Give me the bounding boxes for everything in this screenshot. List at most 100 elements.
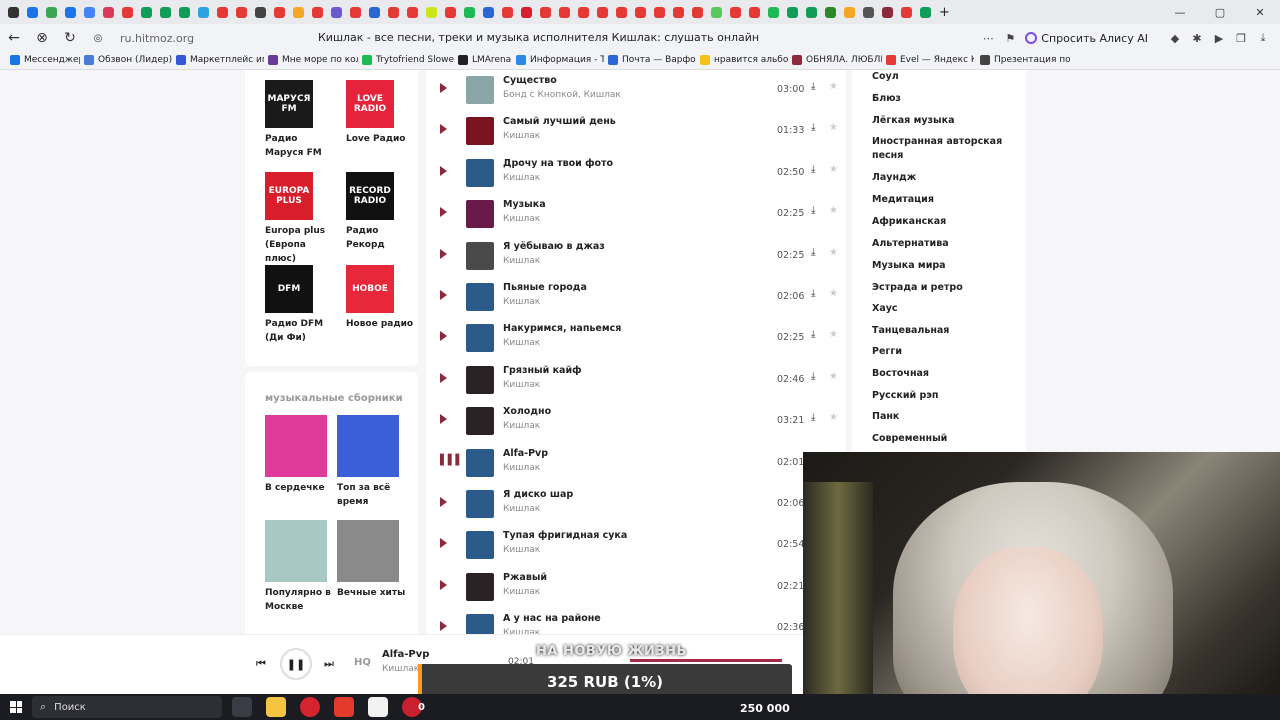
browser-tab[interactable] — [764, 3, 783, 21]
browser-tab[interactable] — [251, 3, 270, 21]
browser-tab[interactable] — [365, 3, 384, 21]
browser-tab[interactable] — [156, 3, 175, 21]
radio-tile[interactable]: МАРУСЯ FM Радио Маруся FM — [265, 80, 337, 160]
star-icon[interactable]: ★ — [829, 81, 838, 92]
genre-link[interactable]: Регги — [872, 345, 1012, 359]
genre-link[interactable]: Медитация — [872, 193, 1012, 207]
song-row[interactable]: Пьяные города Кишлак 02:06 ⤓ ★ — [426, 279, 846, 320]
browser-tab[interactable] — [517, 3, 536, 21]
url-field[interactable]: ru.hitmoz.org — [120, 32, 320, 45]
browser-tab[interactable] — [194, 3, 213, 21]
bookmark-item[interactable]: Мне море по коле — [268, 55, 358, 65]
download-icon[interactable]: ⤓ — [811, 122, 815, 133]
play-icon[interactable] — [440, 331, 447, 342]
song-row[interactable]: Существо Бонд с Кнопкой, Кишлак 03:00 ⤓ ★ — [426, 72, 846, 113]
media-icon[interactable]: ▶ — [1212, 31, 1226, 45]
genre-link[interactable]: Восточная — [872, 367, 1012, 381]
yandex-browser-icon[interactable] — [368, 697, 388, 717]
song-title[interactable]: Холодно — [503, 406, 551, 417]
song-row[interactable]: Дрочу на твои фото Кишлак 02:50 ⤓ ★ — [426, 155, 846, 196]
download-icon[interactable]: ⤓ — [811, 247, 815, 258]
star-icon[interactable]: ★ — [829, 288, 838, 299]
play-icon[interactable] — [440, 372, 447, 383]
download-icon[interactable]: ⤓ — [811, 288, 815, 299]
genre-link[interactable]: Музыка мира — [872, 259, 1012, 273]
bookmark-icon[interactable]: ⚑ — [1003, 31, 1017, 45]
song-title[interactable]: А у нас на районе — [503, 613, 601, 624]
song-artist[interactable]: Кишлак — [503, 131, 540, 141]
star-icon[interactable]: ★ — [829, 371, 838, 382]
play-icon[interactable] — [440, 124, 447, 135]
song-title[interactable]: Музыка — [503, 199, 546, 210]
song-row[interactable]: Холодно Кишлак 03:21 ⤓ ★ — [426, 403, 846, 444]
star-icon[interactable]: ★ — [829, 205, 838, 216]
song-row[interactable]: Грязный кайф Кишлак 02:46 ⤓ ★ — [426, 362, 846, 403]
browser-tab[interactable] — [137, 3, 156, 21]
play-icon[interactable] — [440, 538, 447, 549]
browser-tab[interactable] — [80, 3, 99, 21]
bookmark-item[interactable]: Обзвон (Лидер) - — [84, 55, 172, 65]
song-title[interactable]: Я диско шар — [503, 489, 573, 500]
radio-tile[interactable]: RECORD RADIO Радио Рекорд — [346, 172, 418, 252]
song-row[interactable]: А у нас на районеКишлак02:36⤓★ — [426, 610, 846, 634]
browser-tab[interactable] — [308, 3, 327, 21]
back-icon[interactable]: ← — [0, 30, 28, 46]
browser-tab[interactable] — [270, 3, 289, 21]
yandex-icon[interactable]: ⊗ — [28, 30, 56, 46]
radio-tile[interactable]: LOVE RADIO Love Радио — [346, 80, 418, 146]
song-artist[interactable]: Кишлак — [503, 504, 540, 514]
genre-link[interactable]: Альтернатива — [872, 237, 1012, 251]
song-title[interactable]: Ржавый — [503, 572, 547, 583]
collections-icon[interactable]: ❐ — [1234, 31, 1248, 45]
collection-tile[interactable]: В сердечке — [265, 415, 337, 495]
minimize-icon[interactable]: — — [1160, 0, 1200, 24]
browser-tab[interactable] — [593, 3, 612, 21]
browser-tab[interactable] — [897, 3, 916, 21]
genre-link[interactable]: Иностранная авторская песня — [872, 135, 1012, 163]
browser-tab[interactable] — [346, 3, 365, 21]
collection-tile[interactable]: Топ за всё время — [337, 415, 409, 509]
genre-link[interactable]: Соул — [872, 70, 1012, 84]
browser-tab[interactable] — [118, 3, 137, 21]
windows-start-icon[interactable] — [10, 701, 22, 713]
song-title[interactable]: Самый лучший день — [503, 116, 616, 127]
new-tab-icon[interactable]: + — [935, 3, 954, 21]
collection-tile[interactable]: Популярно в Москве — [265, 520, 337, 614]
shield-icon[interactable]: ◆ — [1168, 31, 1182, 45]
browser-tab[interactable] — [99, 3, 118, 21]
browser-tab[interactable] — [707, 3, 726, 21]
radio-tile[interactable]: НОВОЕ Новое радио — [346, 265, 418, 331]
browser-tab[interactable] — [802, 3, 821, 21]
song-title[interactable]: Накуримся, напьемся — [503, 323, 621, 334]
play-icon[interactable] — [440, 579, 447, 590]
radio-tile[interactable]: EUROPA PLUS Europa plus (Европа плюс) — [265, 172, 337, 266]
song-row[interactable]: Музыка Кишлак 02:25 ⤓ ★ — [426, 196, 846, 237]
bookmark-item[interactable]: ОБНЯЛА. ЛЮБЛЮ — [792, 55, 882, 65]
song-artist[interactable]: Кишлак — [503, 421, 540, 431]
browser-tab[interactable] — [612, 3, 631, 21]
song-row[interactable]: Самый лучший день Кишлак 01:33 ⤓ ★ — [426, 113, 846, 154]
play-icon[interactable] — [440, 248, 447, 259]
bookmark-item[interactable]: Маркетплейс игр — [176, 55, 264, 65]
browser-tab[interactable] — [821, 3, 840, 21]
play-icon[interactable] — [440, 83, 447, 93]
pause-button[interactable]: ❚❚ — [280, 648, 312, 680]
download-icon[interactable]: ⤓ — [811, 205, 815, 216]
play-icon[interactable] — [440, 414, 447, 425]
play-icon[interactable] — [440, 621, 447, 632]
close-icon[interactable]: ✕ — [1240, 0, 1280, 24]
browser-tab[interactable] — [745, 3, 764, 21]
previous-track-icon[interactable]: ⏮ — [256, 657, 266, 671]
song-artist[interactable]: Кишлак — [503, 545, 540, 555]
genre-link[interactable]: Хаус — [872, 302, 1012, 316]
browser-tab[interactable] — [384, 3, 403, 21]
browser-tab[interactable] — [631, 3, 650, 21]
download-icon[interactable]: ⤓ — [811, 164, 815, 175]
browser-tab[interactable] — [840, 3, 859, 21]
collection-tile[interactable]: Вечные хиты — [337, 520, 409, 600]
hq-toggle[interactable]: HQ — [354, 657, 371, 668]
song-artist[interactable]: Кишлак — [503, 338, 540, 348]
song-artist[interactable]: Кишлак — [503, 297, 540, 307]
genre-link[interactable]: Африканская — [872, 215, 1012, 229]
song-title[interactable]: Дрочу на твои фото — [503, 158, 613, 169]
